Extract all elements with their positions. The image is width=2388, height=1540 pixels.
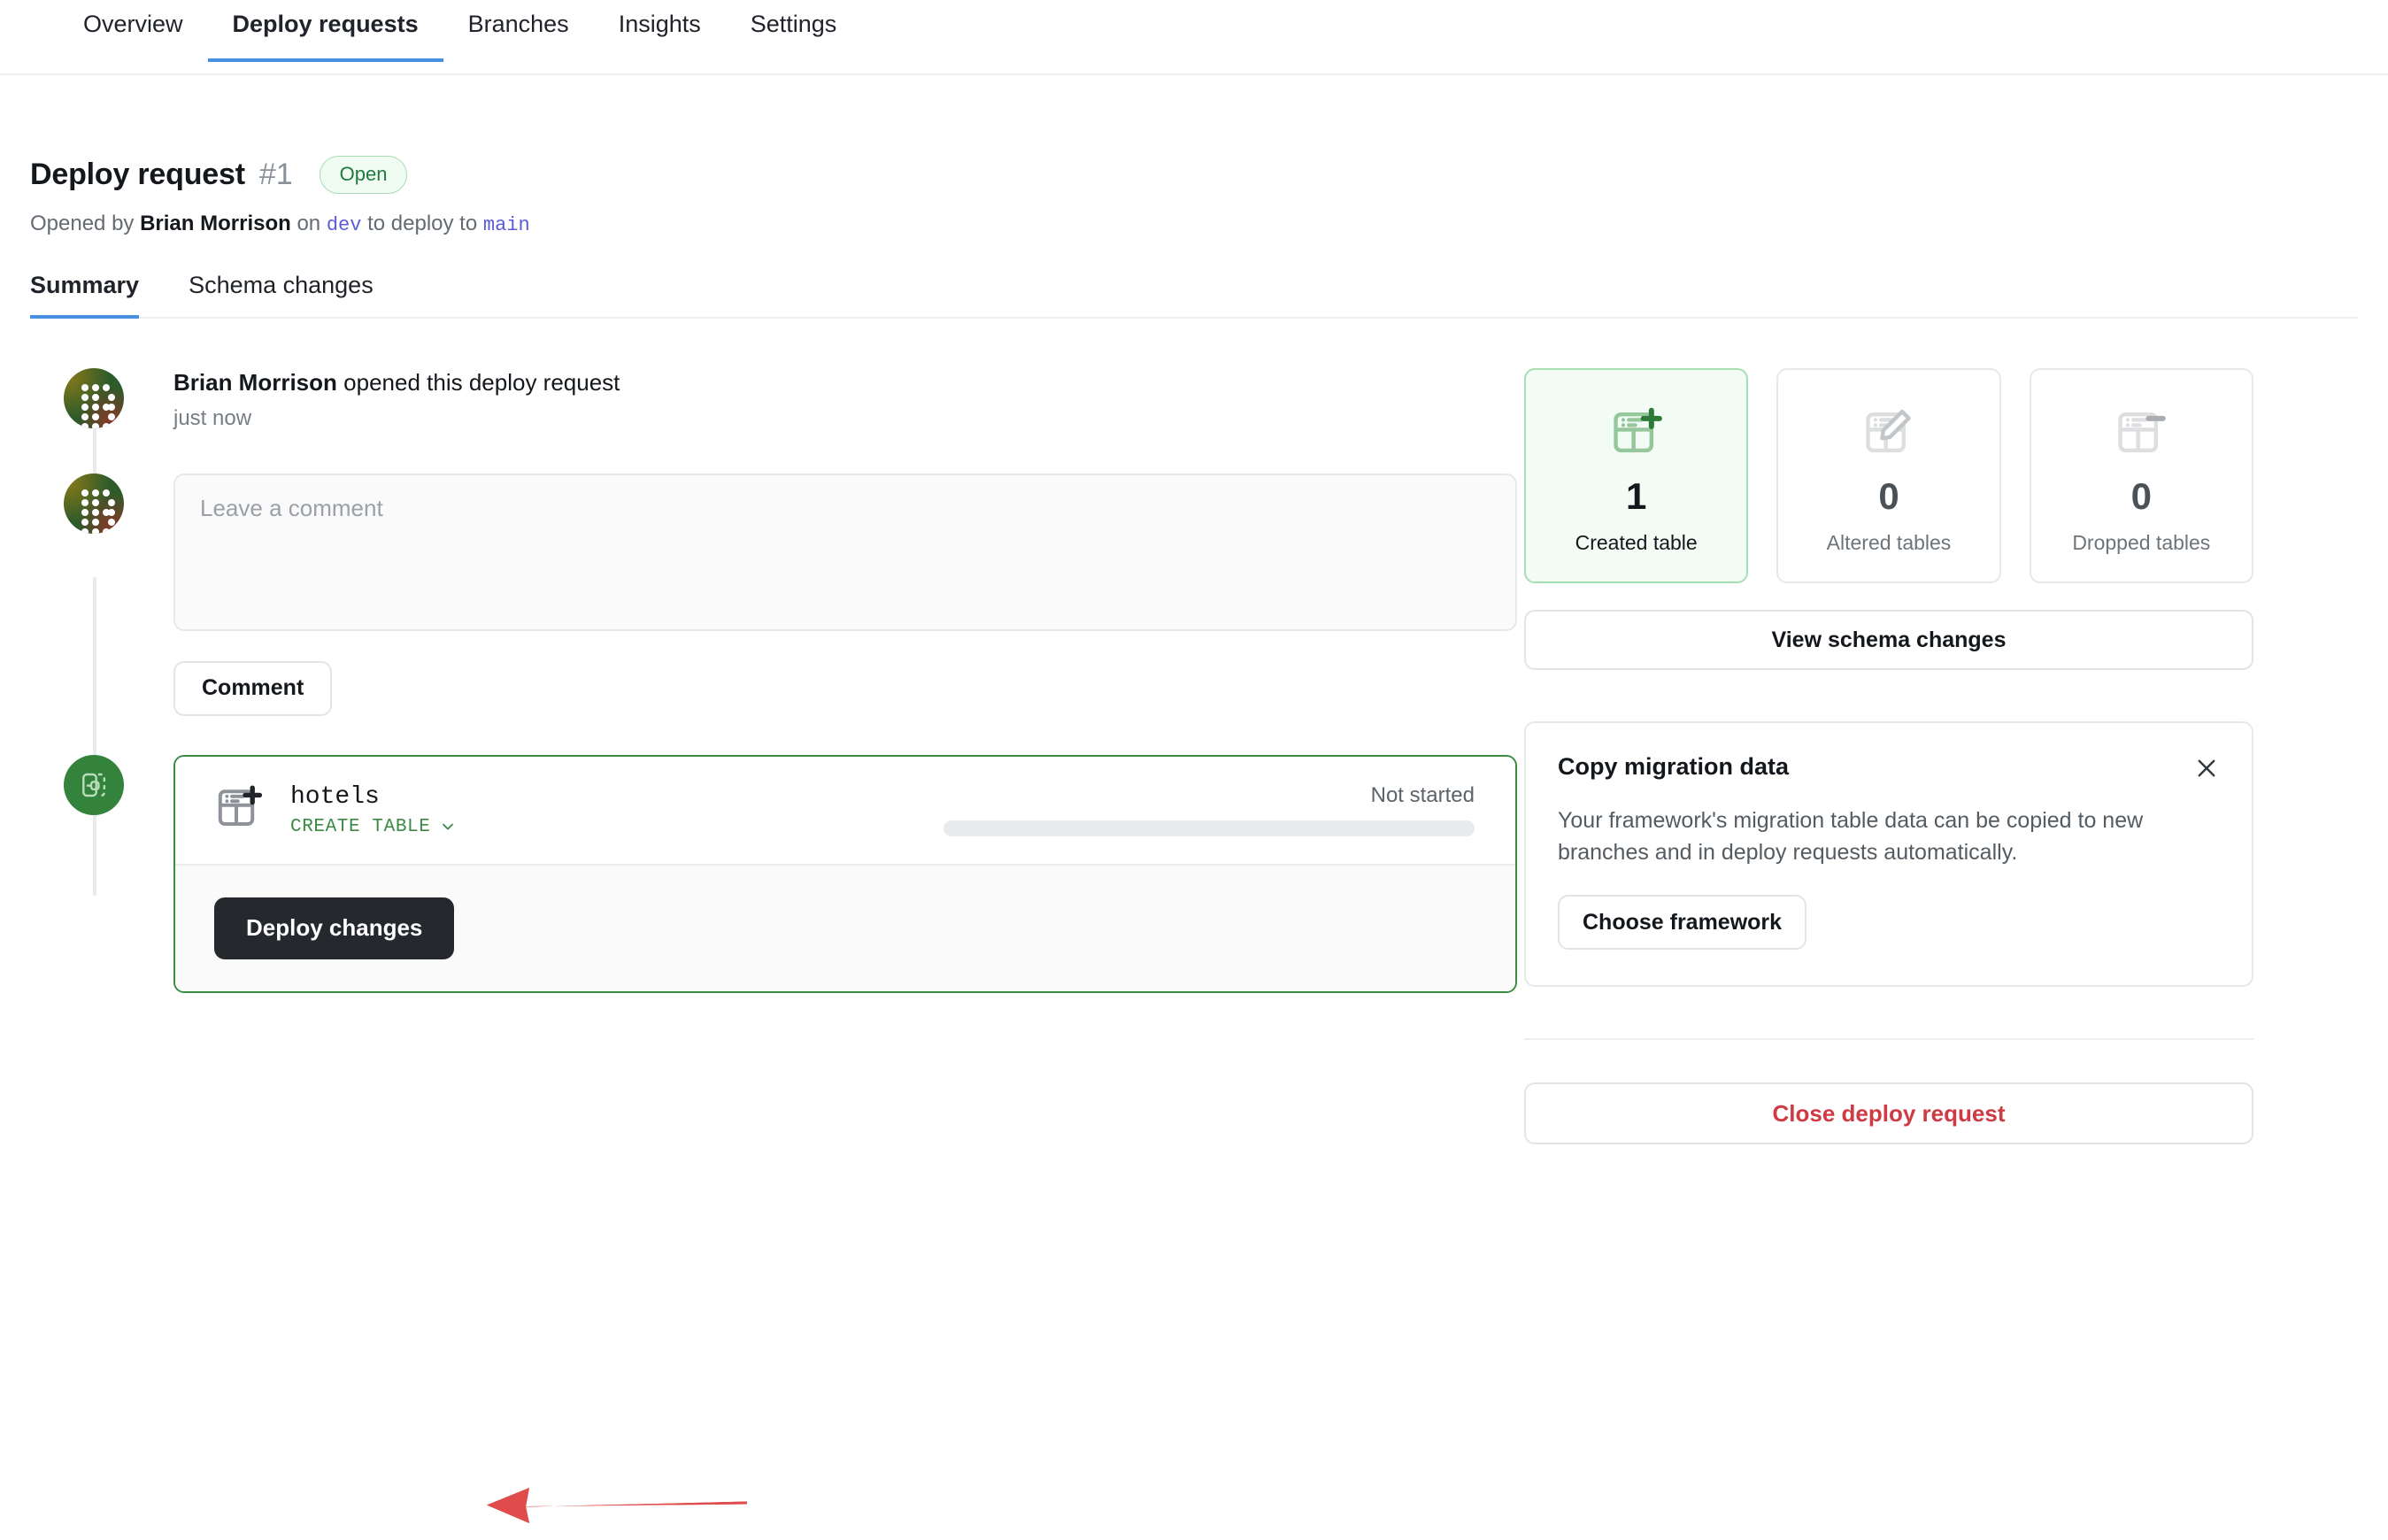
create-table-glyph — [1613, 407, 1662, 453]
deploy-panel-wrapper: hotels CREATE TABLE Not started Deploy c… — [173, 754, 1517, 993]
tab-schema-changes[interactable]: Schema changes — [189, 273, 397, 317]
sidebar-divider — [1524, 1038, 2253, 1040]
deploy-panel: hotels CREATE TABLE Not started Deploy c… — [173, 754, 1517, 993]
stat-card-altered-tables[interactable]: 0 Altered tables — [1776, 368, 2001, 583]
chevron-down-icon — [439, 818, 457, 835]
drop-table-icon — [2040, 400, 2243, 466]
create-table-icon — [1535, 400, 1737, 466]
deploy-panel-footer: Deploy changes — [175, 863, 1515, 991]
deploy-request-number: #1 — [258, 158, 293, 191]
avatar — [64, 473, 124, 534]
table-operation-toggle[interactable]: CREATE TABLE — [290, 817, 457, 837]
event-author: Brian Morrison — [173, 369, 337, 396]
stat-card-dropped-tables[interactable]: 0 Dropped tables — [2029, 368, 2253, 583]
deploy-status: Not started — [944, 783, 1475, 836]
drop-table-glyph — [2118, 412, 2167, 453]
stat-count: 0 — [2130, 475, 2152, 517]
author-name: Brian Morrison — [140, 212, 291, 235]
deploy-table-row: hotels CREATE TABLE Not started — [175, 756, 1515, 864]
event-title: Brian Morrison opened this deploy reques… — [173, 368, 1482, 397]
comment-input[interactable]: Leave a comment — [173, 473, 1517, 631]
page-title: Deploy request — [30, 158, 245, 191]
nav-tab-overview[interactable]: Overview — [58, 12, 208, 60]
status-badge: Open — [319, 156, 408, 194]
deploy-request-tabs: Summary Schema changes — [30, 273, 2358, 319]
event-action: opened this deploy request — [343, 369, 620, 396]
deploy-row: hotels CREATE TABLE Not started Deploy c… — [30, 754, 1517, 993]
copy-migration-card-body: Your framework's migration table data ca… — [1558, 808, 2144, 865]
event-timestamp: just now — [173, 405, 252, 430]
opened-by-label: Opened by — [30, 212, 135, 235]
timeline-event: Brian Morrison opened this deploy reques… — [30, 368, 1482, 431]
comment-submit-button[interactable]: Comment — [173, 660, 333, 716]
avatar-dot-pattern — [64, 474, 124, 534]
close-deploy-request-button[interactable]: Close deploy request — [1524, 1082, 2253, 1144]
tab-summary[interactable]: Summary — [30, 273, 162, 319]
alter-table-glyph — [1866, 409, 1911, 453]
close-icon[interactable] — [2193, 755, 2220, 786]
deploy-changes-button[interactable]: Deploy changes — [214, 897, 455, 959]
deploy-to-label: to deploy to — [367, 212, 478, 235]
nav-tab-deploy-requests[interactable]: Deploy requests — [207, 12, 443, 62]
deploy-status-text: Not started — [1370, 783, 1475, 807]
main-content: Brian Morrison opened this deploy reques… — [0, 368, 2388, 1523]
primary-navigation: Overview Deploy requests Branches Insigh… — [0, 0, 2388, 75]
nav-tab-branches[interactable]: Branches — [443, 12, 594, 60]
create-table-glyph — [218, 785, 263, 826]
stat-card-created-tables[interactable]: 1 Created table — [1524, 368, 1749, 583]
create-table-icon — [214, 783, 264, 837]
comment-form: Leave a comment Comment — [173, 473, 1517, 716]
target-branch-link[interactable]: main — [483, 214, 530, 236]
stat-count: 0 — [1878, 475, 1899, 517]
schema-stat-cards: 1 Created table 0 Altered tables 0 Dropp… — [1524, 368, 2253, 583]
comment-row: Leave a comment Comment — [30, 473, 1517, 716]
stat-label: Altered tables — [1826, 531, 1952, 554]
copy-migration-card-header: Copy migration data — [1558, 753, 2220, 786]
deploy-request-title-row: Deploy request #1 Open — [30, 75, 2388, 194]
choose-framework-button[interactable]: Choose framework — [1558, 895, 1807, 950]
page-header: Deploy request #1 Open Opened by Brian M… — [0, 75, 2388, 236]
deploy-request-subtitle: Opened by Brian Morrison on dev to deplo… — [30, 212, 2388, 236]
stat-label: Created table — [1575, 531, 1698, 554]
deploy-branch-icon — [82, 773, 106, 797]
timeline-column: Brian Morrison opened this deploy reques… — [30, 368, 1517, 1523]
nav-tab-settings[interactable]: Settings — [726, 12, 862, 60]
arrow-left-icon — [487, 1488, 747, 1523]
avatar — [64, 368, 124, 428]
stat-label: Dropped tables — [2072, 531, 2211, 554]
table-name: hotels — [290, 782, 380, 811]
copy-migration-data-card: Copy migration data Your framework's mig… — [1524, 721, 2253, 987]
deploy-table-meta: hotels CREATE TABLE — [290, 783, 457, 837]
avatar-dot-pattern — [64, 368, 124, 428]
source-branch-link[interactable]: dev — [327, 214, 362, 236]
timeline-event-body: Brian Morrison opened this deploy reques… — [173, 368, 1482, 431]
deploy-marker — [64, 754, 124, 815]
annotation-arrow — [483, 1474, 749, 1536]
sidebar: 1 Created table 0 Altered tables 0 Dropp… — [1524, 368, 2253, 1144]
copy-migration-card-title: Copy migration data — [1558, 753, 1790, 780]
deploy-progress-bar — [944, 820, 1475, 836]
nav-tab-insights[interactable]: Insights — [594, 12, 726, 60]
stat-count: 1 — [1625, 475, 1647, 517]
alter-table-icon — [1787, 400, 1990, 466]
table-operation-label: CREATE TABLE — [290, 816, 431, 837]
on-word: on — [297, 212, 321, 235]
view-schema-changes-button[interactable]: View schema changes — [1524, 610, 2253, 670]
